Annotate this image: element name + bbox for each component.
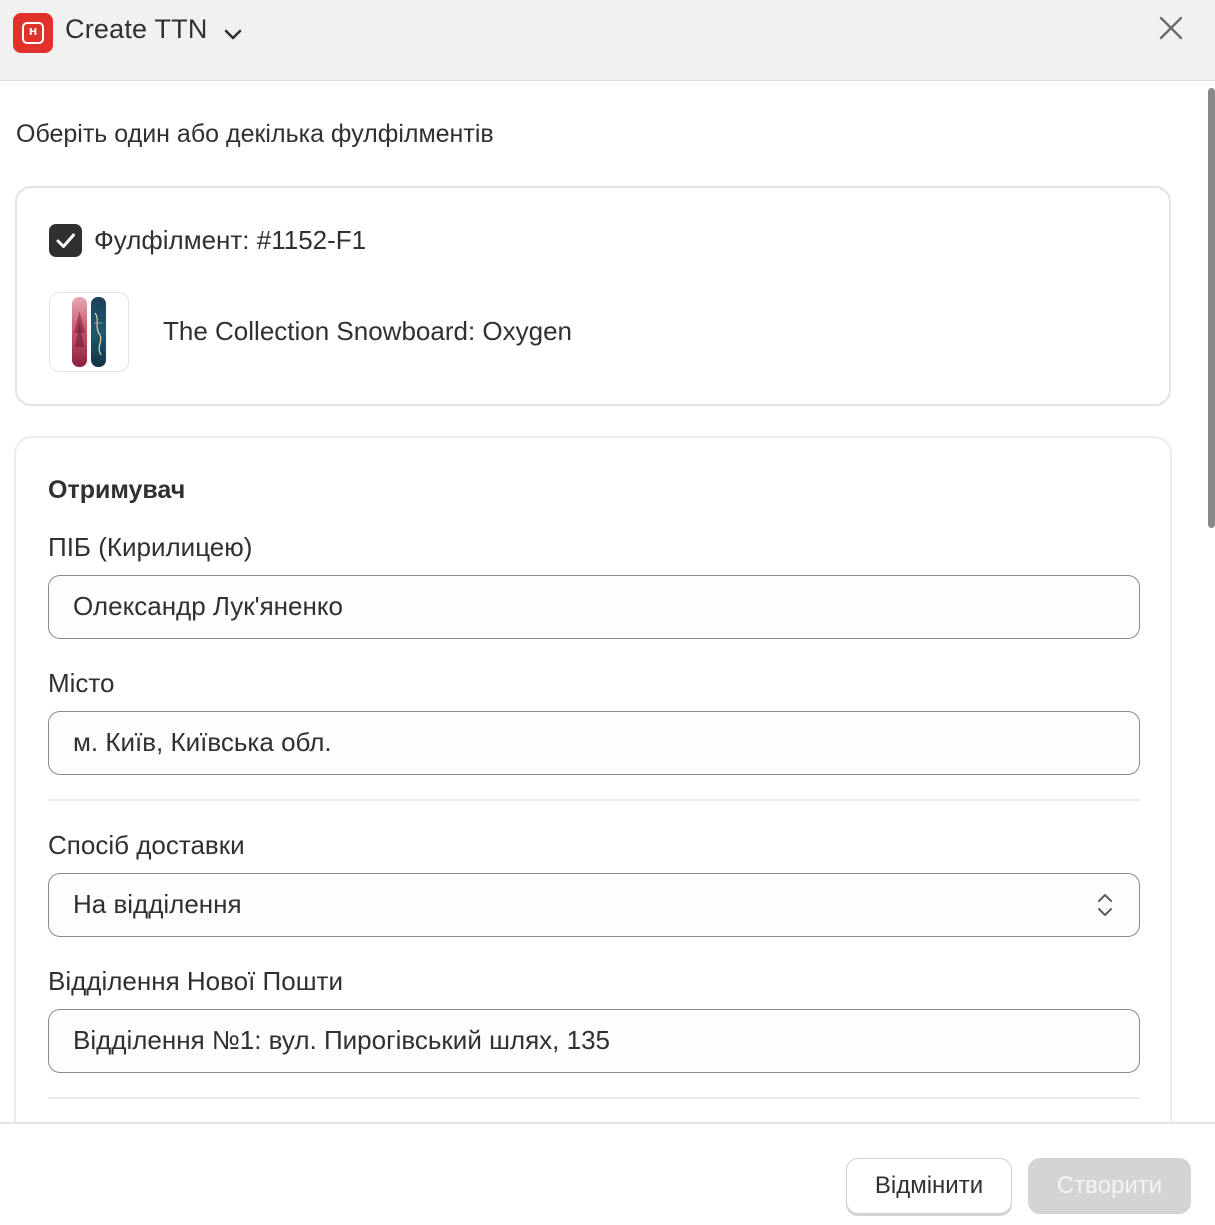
scrollbar[interactable]	[1208, 88, 1215, 528]
fulfillment-checkbox[interactable]	[49, 224, 82, 257]
snowboard-image	[72, 297, 106, 367]
delivery-method-value: На відділення	[73, 889, 242, 919]
close-icon[interactable]	[1156, 13, 1186, 43]
fulfillment-label: Фулфілмент: #1152-F1	[94, 225, 367, 255]
cancel-button[interactable]: Відмінити	[846, 1158, 1012, 1214]
chevron-down-icon[interactable]	[222, 24, 244, 46]
checkmark-icon	[56, 233, 75, 248]
city-input[interactable]: м. Київ, Київська обл.	[48, 711, 1140, 775]
modal-header: Н Create TTN	[0, 0, 1215, 81]
branch-input[interactable]: Відділення №1: вул. Пирогівський шлях, 1…	[48, 1009, 1140, 1073]
name-label: ПІБ (Кирилицею)	[48, 532, 253, 562]
fulfillment-card: Фулфілмент: #1152-F1 The Collection Snow…	[15, 186, 1171, 406]
delivery-method-select[interactable]: На відділення	[48, 873, 1140, 937]
divider	[48, 1097, 1140, 1099]
product-thumbnail	[49, 292, 129, 372]
modal-body: Оберіть один або декілька фулфілментів Ф…	[0, 82, 1215, 1122]
delivery-method-label: Спосіб доставки	[48, 830, 245, 860]
app-title[interactable]: Create TTN	[65, 14, 208, 45]
divider	[48, 799, 1140, 801]
app-logo-icon: Н	[13, 13, 53, 53]
app-logo-letter: Н	[28, 27, 38, 38]
recipient-title: Отримувач	[48, 476, 186, 504]
create-button[interactable]: Створити	[1028, 1158, 1191, 1214]
branch-label: Відділення Нової Пошти	[48, 966, 343, 996]
section-title: Оберіть один або декілька фулфілментів	[16, 120, 494, 148]
modal-footer: Відмінити Створити	[0, 1122, 1215, 1225]
city-label: Місто	[48, 668, 115, 698]
recipient-card: Отримувач ПІБ (Кирилицею) Олександр Лук'…	[14, 436, 1172, 1122]
select-arrows-icon	[1098, 894, 1112, 916]
product-name[interactable]: The Collection Snowboard: Oxygen	[163, 316, 572, 347]
name-input[interactable]: Олександр Лук'яненко	[48, 575, 1140, 639]
